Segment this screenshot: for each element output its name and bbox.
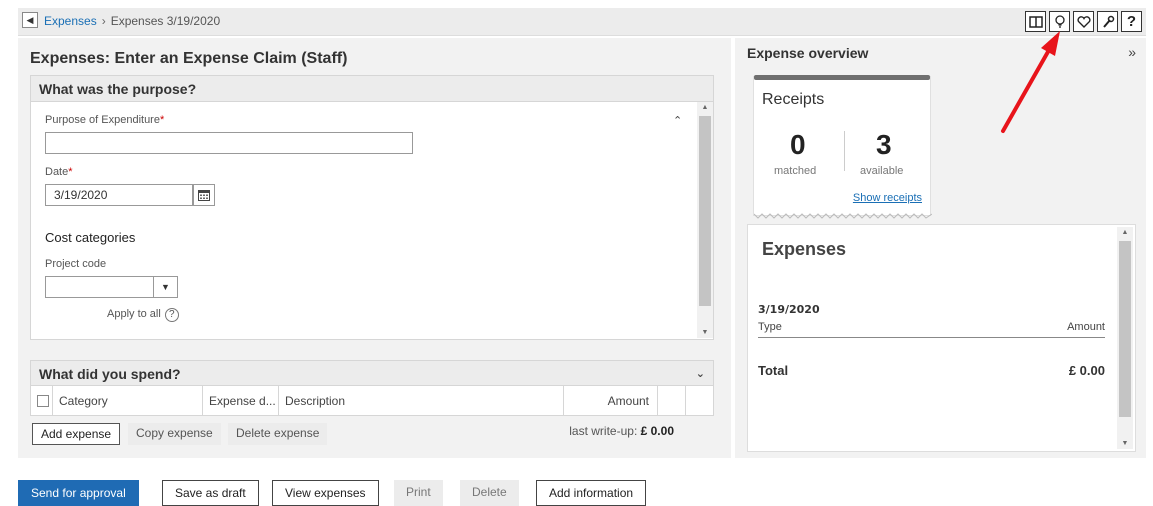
expenses-summary-scrollbar[interactable]: ▲ ▼ bbox=[1117, 227, 1133, 449]
breadcrumb-link-expenses[interactable]: Expenses bbox=[44, 14, 97, 28]
receipts-card-top-bar bbox=[754, 75, 930, 80]
breadcrumb-separator: › bbox=[101, 14, 106, 28]
matched-label: matched bbox=[774, 165, 817, 177]
receipts-divider bbox=[844, 131, 845, 171]
purpose-scrollbar[interactable]: ▲ ▼ bbox=[697, 102, 713, 338]
available-label: available bbox=[860, 165, 904, 177]
apply-to-all[interactable]: Apply to all? bbox=[107, 308, 179, 322]
send-for-approval-button[interactable]: Send for approval bbox=[18, 480, 139, 506]
delete-expense-button[interactable]: Delete expense bbox=[228, 423, 328, 445]
last-writeup-label: last write-up: bbox=[569, 424, 638, 438]
purpose-label-text: Purpose of Expenditure bbox=[45, 114, 160, 126]
print-button[interactable]: Print bbox=[394, 480, 443, 506]
date-label-text: Date bbox=[45, 166, 69, 178]
back-button[interactable]: ◀ bbox=[22, 12, 38, 28]
view-expenses-button[interactable]: View expenses bbox=[272, 480, 379, 506]
help-circle-icon[interactable]: ? bbox=[164, 308, 179, 322]
receipts-card: Receipts 0 matched 3 available Show rece… bbox=[753, 75, 932, 219]
expense-table-header: Category Expense d... Description Amount bbox=[30, 386, 714, 416]
chevron-down-icon: ▼ bbox=[153, 277, 177, 297]
show-receipts-link[interactable]: Show receipts bbox=[853, 192, 922, 204]
expand-panel-icon[interactable]: » bbox=[1128, 44, 1136, 60]
toolbar-icons: ? bbox=[1025, 11, 1142, 32]
breadcrumb: Expenses › Expenses 3/19/2020 bbox=[44, 14, 220, 28]
breadcrumb-current: Expenses 3/19/2020 bbox=[110, 14, 221, 28]
purpose-section-body: Purpose of Expenditure* Date* 3/19/2020 … bbox=[31, 102, 713, 339]
column-header-extra bbox=[686, 386, 712, 415]
summary-divider bbox=[758, 337, 1105, 338]
overview-title: Expense overview bbox=[747, 45, 869, 61]
cost-categories-heading: Cost categories bbox=[45, 230, 136, 245]
scroll-up-arrow[interactable]: ▲ bbox=[1117, 229, 1133, 236]
project-code-select[interactable]: ▼ bbox=[45, 276, 178, 298]
column-header-description[interactable]: Description bbox=[279, 386, 564, 415]
expenses-summary-card: Expenses 3/19/2020 Type Amount Total £ 0… bbox=[747, 224, 1136, 452]
receipts-title: Receipts bbox=[762, 91, 825, 108]
expenses-summary-date: 3/19/2020 bbox=[758, 303, 820, 316]
available-count: 3 bbox=[876, 129, 892, 160]
total-label: Total bbox=[758, 363, 789, 378]
lightbulb-icon[interactable] bbox=[1049, 11, 1070, 32]
scroll-down-arrow[interactable]: ▼ bbox=[1117, 440, 1133, 447]
save-as-draft-button[interactable]: Save as draft bbox=[162, 480, 259, 506]
column-header-extra bbox=[658, 386, 686, 415]
calendar-icon[interactable] bbox=[193, 184, 215, 206]
wrench-icon[interactable] bbox=[1097, 11, 1118, 32]
purpose-section: What was the purpose? Purpose of Expendi… bbox=[30, 75, 714, 340]
delete-button[interactable]: Delete bbox=[460, 480, 519, 506]
scroll-up-arrow[interactable]: ▲ bbox=[697, 104, 713, 111]
column-header-amount[interactable]: Amount bbox=[564, 386, 658, 415]
select-all-checkbox[interactable] bbox=[37, 395, 49, 407]
date-label: Date* bbox=[45, 166, 73, 178]
required-mark: * bbox=[159, 114, 165, 126]
expenses-summary-title: Expenses bbox=[762, 239, 847, 259]
matched-count: 0 bbox=[790, 129, 806, 160]
page-title: Expenses: Enter an Expense Claim (Staff) bbox=[30, 50, 348, 67]
help-icon-glyph: ? bbox=[1126, 13, 1137, 30]
scroll-thumb[interactable] bbox=[699, 116, 711, 306]
scroll-down-arrow[interactable]: ▼ bbox=[697, 329, 713, 336]
spend-section-header: What did you spend? ⌄ bbox=[30, 360, 714, 386]
column-header-category[interactable]: Category bbox=[53, 386, 203, 415]
scroll-thumb[interactable] bbox=[1119, 241, 1131, 417]
collapse-up-icon[interactable]: ⌃ bbox=[673, 114, 682, 127]
purpose-label: Purpose of Expenditure* bbox=[45, 114, 164, 126]
bottom-action-bar: Send for approval Save as draft View exp… bbox=[0, 462, 1153, 506]
purpose-input[interactable] bbox=[45, 132, 413, 154]
date-input[interactable]: 3/19/2020 bbox=[45, 184, 193, 206]
main-panel: Expenses: Enter an Expense Claim (Staff)… bbox=[18, 38, 731, 458]
last-writeup: last write-up: £ 0.00 bbox=[569, 424, 674, 438]
total-value: £ 0.00 bbox=[1068, 363, 1105, 378]
spend-section-title: What did you spend? bbox=[39, 366, 181, 382]
last-writeup-value: £ 0.00 bbox=[640, 424, 674, 438]
amount-column-header: Amount bbox=[1067, 321, 1105, 333]
add-information-button[interactable]: Add information bbox=[536, 480, 647, 506]
torn-edge bbox=[754, 213, 932, 219]
expand-down-icon[interactable]: ⌄ bbox=[696, 367, 705, 380]
help-icon[interactable]: ? bbox=[1121, 11, 1142, 32]
expense-overview-panel: Expense overview » Receipts 0 matched 3 … bbox=[735, 38, 1146, 458]
column-header-expense-date[interactable]: Expense d... bbox=[203, 386, 279, 415]
apply-to-all-label: Apply to all bbox=[107, 308, 161, 320]
purpose-section-title: What was the purpose? bbox=[31, 76, 713, 102]
panel-icon[interactable] bbox=[1025, 11, 1046, 32]
select-all-cell bbox=[31, 386, 53, 415]
copy-expense-button[interactable]: Copy expense bbox=[128, 423, 221, 445]
project-code-label: Project code bbox=[45, 258, 107, 270]
add-expense-button[interactable]: Add expense bbox=[32, 423, 121, 445]
spend-section: What did you spend? ⌄ Category Expense d… bbox=[30, 360, 714, 465]
type-column-header: Type bbox=[758, 321, 782, 333]
required-mark: * bbox=[68, 166, 73, 178]
breadcrumb-bar: ◀ Expenses › Expenses 3/19/2020 ? bbox=[18, 8, 1146, 36]
expense-actions: Add expense Copy expense Delete expense … bbox=[30, 416, 714, 450]
heart-icon[interactable] bbox=[1073, 11, 1094, 32]
